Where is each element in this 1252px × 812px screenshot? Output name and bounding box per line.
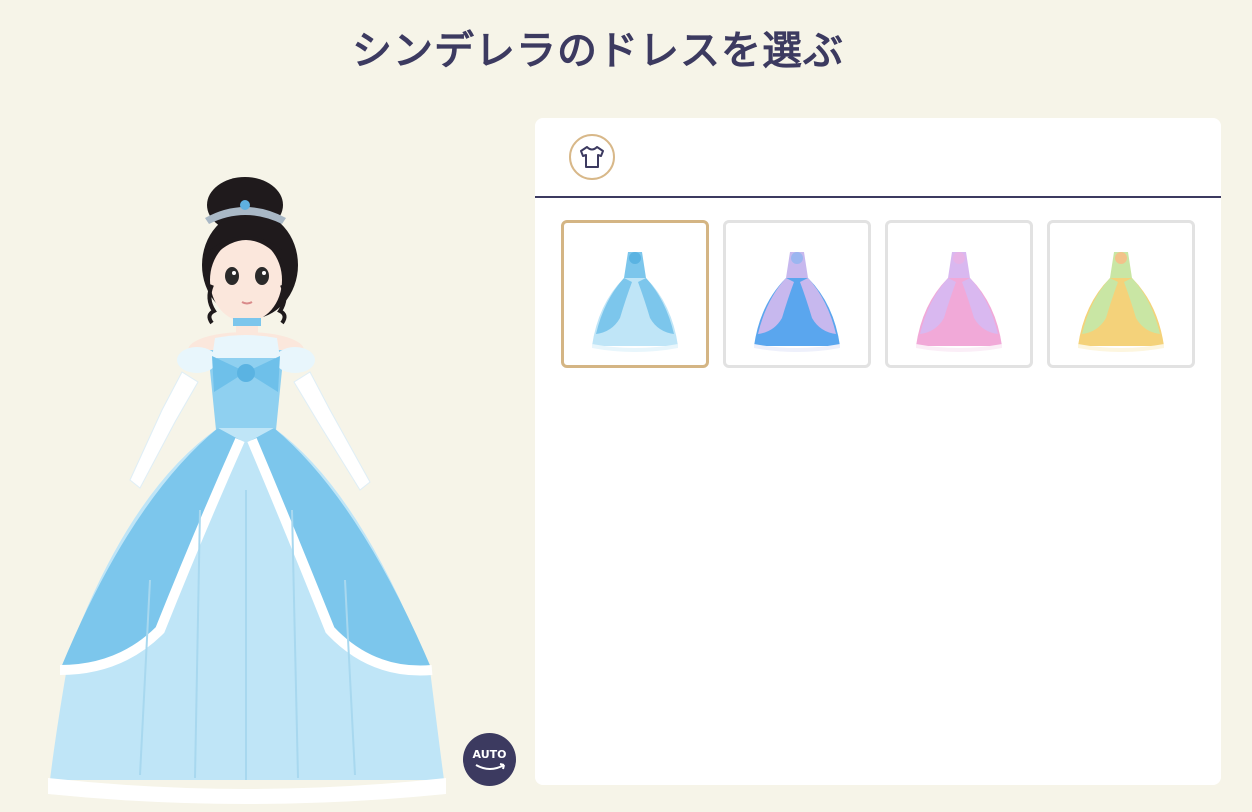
character-preview[interactable] — [0, 110, 530, 810]
dress-option-4[interactable] — [1047, 220, 1195, 368]
auto-rotate-label: AUTO — [472, 747, 507, 761]
shirt-icon — [580, 146, 604, 168]
tab-clothing[interactable] — [569, 134, 615, 180]
cinderella-avatar — [48, 177, 446, 804]
category-tab-bar — [535, 118, 1221, 198]
dress-option-2[interactable] — [723, 220, 871, 368]
dress-option-3[interactable] — [885, 220, 1033, 368]
dress-blue-thumbnail — [592, 252, 678, 352]
rotate-icon — [475, 762, 505, 770]
page-title: シンデレラのドレスを選ぶ — [352, 28, 844, 74]
dress-bluepurple-thumbnail — [754, 252, 840, 352]
dress-pink-thumbnail — [916, 252, 1002, 352]
dress-selection-panel — [535, 118, 1221, 785]
auto-rotate-button[interactable]: AUTO — [463, 733, 516, 786]
dress-yellow-thumbnail — [1078, 252, 1164, 352]
dress-option-1[interactable] — [561, 220, 709, 368]
dress-grid — [561, 220, 1195, 368]
